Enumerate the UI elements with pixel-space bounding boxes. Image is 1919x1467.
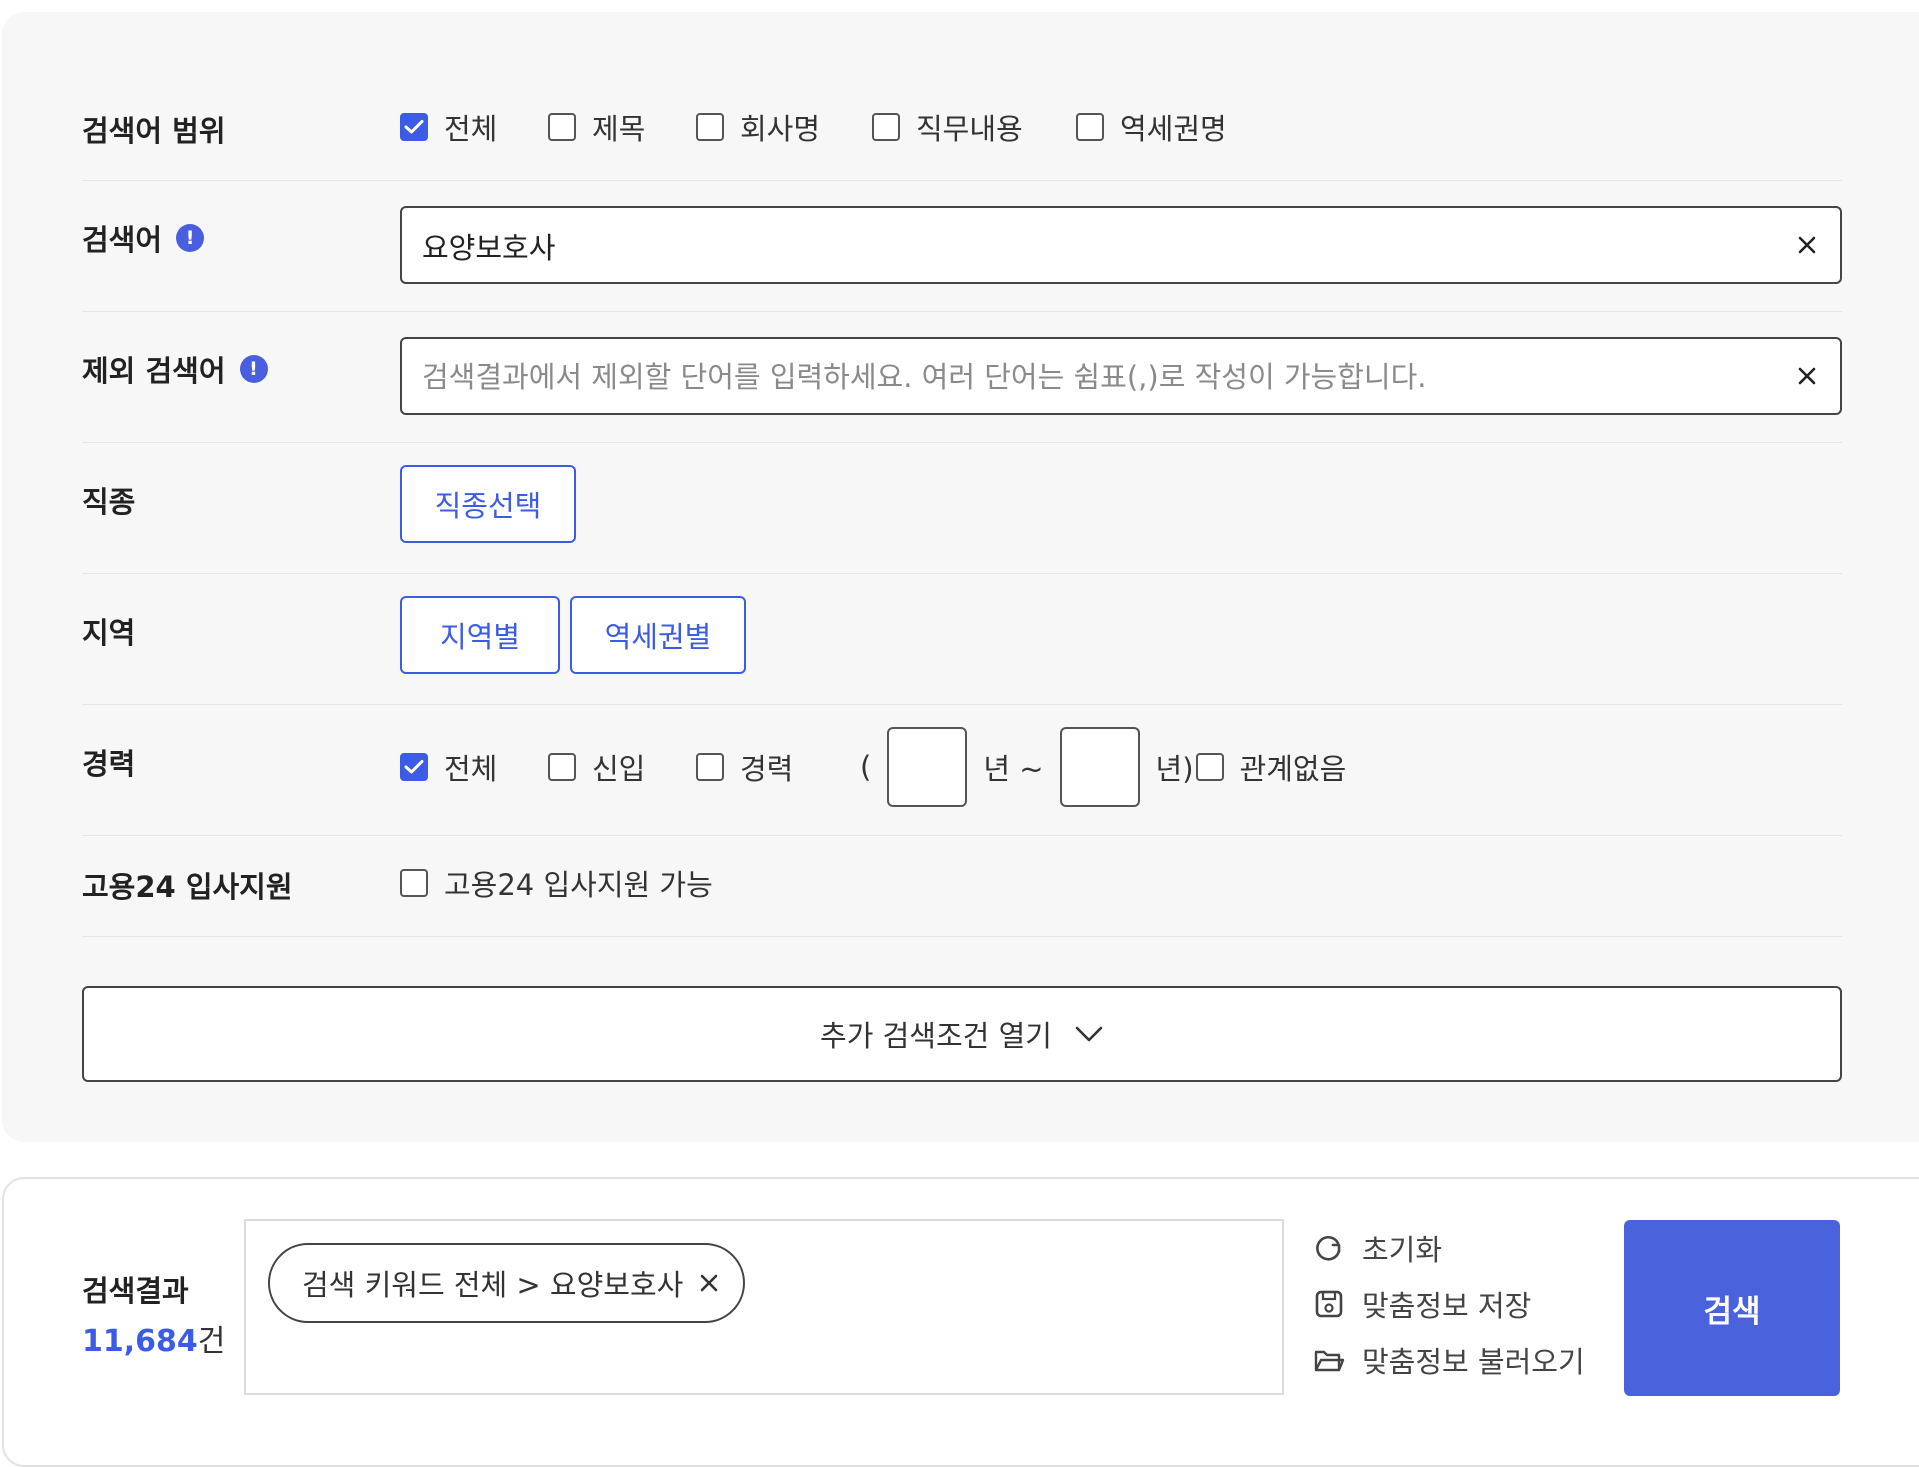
career-row: 경력 전체 신입 경력 ( 년 ~ 년) 관계없음 (82, 705, 1842, 836)
search-button[interactable]: 검색 (1624, 1220, 1840, 1396)
reset-label: 초기화 (1362, 1233, 1443, 1267)
scope-option-label: 전체 (444, 112, 498, 146)
reset-button[interactable]: 초기화 (1312, 1230, 1585, 1267)
career-option-label: 전체 (444, 752, 498, 786)
result-count: 11,684건 (82, 1316, 225, 1360)
load-preset-button[interactable]: 맞춤정보 불러오기 (1312, 1342, 1585, 1379)
exclude-keyword-row: 제외 검색어 ! (82, 312, 1842, 443)
job-type-select-button[interactable]: 직종선택 (400, 465, 576, 543)
result-count-number: 11,684 (82, 1324, 198, 1359)
year-to-input[interactable] (1059, 727, 1140, 807)
region-label-text: 지역 (82, 616, 136, 650)
result-label: 검색결과 (82, 1274, 189, 1308)
info-icon[interactable]: ! (239, 355, 268, 383)
folder-open-icon (1314, 1350, 1345, 1372)
support24-option-label: 고용24 입사지원 가능 (444, 868, 713, 902)
checkmark-icon (404, 760, 424, 774)
year-from-input[interactable] (887, 727, 968, 807)
load-preset-label: 맞춤정보 불러오기 (1362, 1345, 1585, 1379)
scope-option-label: 역세권명 (1120, 112, 1227, 146)
career-label-text: 경력 (82, 747, 136, 781)
career-label: 경력 (82, 741, 135, 783)
more-conditions-button[interactable]: 추가 검색조건 열기 (82, 986, 1842, 1082)
year-to-suffix: 년) (1155, 752, 1194, 786)
keyword-input-box (400, 206, 1842, 284)
support24-label: 고용24 입사지원 (82, 864, 293, 906)
keyword-tag[interactable]: 검색 키워드 전체 > 요양보호사 (268, 1243, 746, 1323)
region-by-area-button[interactable]: 지역별 (400, 596, 560, 674)
checkbox[interactable] (1076, 113, 1104, 141)
checkmark-icon (404, 120, 424, 134)
keyword-tag-label: 검색 키워드 전체 > 요양보호사 (302, 1268, 684, 1302)
result-count-unit: 건 (197, 1324, 226, 1359)
support24-option[interactable]: 고용24 입사지원 가능 (400, 862, 713, 904)
save-preset-button[interactable]: 맞춤정보 저장 (1312, 1286, 1585, 1323)
year-from-suffix: 년 ~ (983, 752, 1044, 786)
checkbox[interactable] (400, 869, 428, 897)
checkbox[interactable] (400, 753, 428, 781)
scope-option-all[interactable]: 전체 (400, 106, 548, 148)
job-type-label-text: 직종 (82, 485, 136, 519)
checkbox[interactable] (696, 113, 724, 141)
exclude-keyword-label: 제외 검색어 ! (82, 348, 268, 390)
scope-option-station-area[interactable]: 역세권명 (1076, 106, 1227, 148)
save-preset-label: 맞춤정보 저장 (1362, 1289, 1532, 1323)
scope-option-label: 직무내용 (916, 112, 1023, 146)
open-paren: ( (860, 750, 872, 784)
refresh-icon (1316, 1236, 1341, 1261)
support24-label-text: 고용24 입사지원 (82, 870, 293, 904)
keyword-label-text: 검색어 (82, 223, 163, 257)
checkbox[interactable] (1195, 753, 1224, 781)
checkbox[interactable] (400, 113, 428, 141)
support24-row: 고용24 입사지원 고용24 입사지원 가능 (82, 836, 1842, 937)
search-scope-label: 검색어 범위 (82, 108, 226, 150)
keyword-input[interactable] (420, 208, 1764, 284)
job-type-row: 직종 직종선택 (82, 443, 1842, 574)
keyword-label: 검색어 ! (82, 217, 205, 259)
scope-option-job-content[interactable]: 직무내용 (872, 106, 1076, 148)
scope-option-company[interactable]: 회사명 (696, 106, 872, 148)
job-type-label: 직종 (82, 479, 135, 521)
scope-option-title[interactable]: 제목 (548, 106, 696, 148)
career-option-new[interactable]: 신입 (548, 746, 696, 788)
career-option-all[interactable]: 전체 (400, 746, 548, 788)
checkbox[interactable] (872, 113, 900, 141)
checkbox[interactable] (696, 753, 724, 781)
close-icon[interactable] (699, 1273, 719, 1293)
career-option-experienced[interactable]: 경력 (696, 746, 860, 788)
region-by-station-button[interactable]: 역세권별 (570, 596, 746, 674)
career-option-label: 경력 (740, 752, 794, 786)
search-scope-row: 검색어 범위 전체 제목 회사명 직무내용 역세권명 (82, 86, 1842, 181)
close-icon[interactable] (1792, 361, 1822, 391)
search-scope-label-text: 검색어 범위 (82, 114, 226, 148)
side-actions: 초기화 맞춤정보 저장 맞춤정보 불러오기 (1312, 1230, 1585, 1379)
checkbox[interactable] (548, 113, 576, 141)
region-row: 지역 지역별 역세권별 (82, 574, 1842, 705)
scope-option-label: 회사명 (740, 112, 821, 146)
more-conditions-label: 추가 검색조건 열기 (820, 1019, 1052, 1053)
checkbox[interactable] (548, 753, 576, 781)
exclude-keyword-label-text: 제외 검색어 (82, 354, 226, 388)
keyword-row: 검색어 ! (82, 181, 1842, 312)
chevron-down-icon (1075, 1026, 1103, 1042)
scope-option-label: 제목 (592, 112, 646, 146)
region-label: 지역 (82, 610, 135, 652)
selected-conditions-area: 검색 키워드 전체 > 요양보호사 (244, 1219, 1284, 1395)
exclude-keyword-input[interactable] (420, 339, 1764, 415)
search-scope-options: 전체 제목 회사명 직무내용 역세권명 (400, 106, 1227, 148)
close-icon[interactable] (1792, 230, 1822, 260)
save-icon (1315, 1290, 1343, 1318)
career-irrelevant-option[interactable]: 관계없음 (1195, 746, 1347, 788)
career-option-label: 신입 (592, 752, 646, 786)
career-irrelevant-label: 관계없음 (1239, 752, 1347, 786)
exclude-keyword-input-box (400, 337, 1842, 415)
info-icon[interactable]: ! (176, 224, 205, 252)
